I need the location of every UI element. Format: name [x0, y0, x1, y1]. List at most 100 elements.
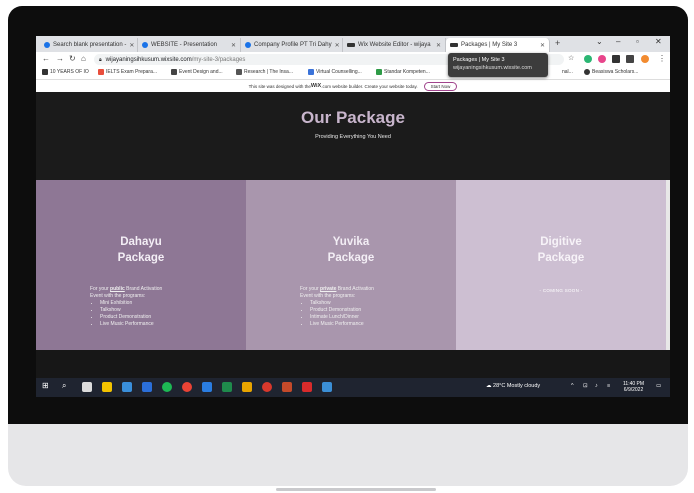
monitor-stand-line [276, 488, 436, 491]
extension-icon[interactable] [598, 55, 606, 63]
windows-taskbar: ⊞ ⌕ ☁ 28°C Mostly cloudy ^ ⊡ ♪ ≡ 11:40 P… [36, 378, 670, 397]
wix-banner: This site was designed with the WiX .com… [36, 80, 670, 92]
volume-icon[interactable]: ♪ [595, 383, 598, 389]
sticky-notes-icon[interactable] [242, 382, 252, 392]
close-icon[interactable]: ✕ [126, 42, 134, 49]
excel-icon[interactable] [222, 382, 232, 392]
avatar[interactable] [641, 55, 649, 63]
menu-icon[interactable]: ⋮ [658, 54, 666, 63]
list-item: Talkshow [310, 300, 440, 307]
taskbar-clock[interactable]: 11:40 PM 6/9/2022 [623, 381, 644, 393]
wix-icon [347, 43, 355, 47]
weather-widget[interactable]: ☁ 28°C Mostly cloudy [486, 383, 540, 389]
tab-label: Company Profile PT Tri Dahy [254, 42, 332, 48]
close-icon[interactable]: ✕ [537, 42, 545, 49]
package-card-dahayu: Dahayu Package For your public Brand Act… [36, 180, 246, 350]
close-icon[interactable]: ✕ [228, 42, 236, 49]
list-item: Live Music Performance [100, 321, 230, 328]
url-path: /my-site-3/packages [191, 56, 246, 63]
minimize-icon[interactable]: – [616, 37, 620, 46]
new-tab-button[interactable]: + [555, 38, 560, 48]
chrome-icon[interactable] [182, 382, 192, 392]
chrome-profile-icon[interactable] [262, 382, 272, 392]
tab-bar: Search blank presentation - ✕ WEBSITE - … [36, 36, 670, 52]
photos-icon[interactable] [322, 382, 332, 392]
reload-icon[interactable]: ↻ [69, 54, 76, 63]
card-description: For your public Brand Activation Event w… [90, 286, 230, 328]
network-icon[interactable]: ⊡ [583, 383, 588, 389]
store-icon[interactable] [142, 382, 152, 392]
screen: Search blank presentation - ✕ WEBSITE - … [36, 36, 670, 397]
search-icon[interactable]: ⌕ [62, 381, 72, 391]
tab-search-presentation[interactable]: Search blank presentation - ✕ [40, 38, 138, 52]
notifications-icon[interactable]: ▭ [656, 383, 661, 389]
page-subtitle: Providing Everything You Need [315, 134, 391, 140]
banner-text-before: This site was designed with the [248, 83, 311, 89]
extension-icon[interactable] [584, 55, 592, 63]
sidepanel-icon[interactable] [626, 55, 634, 63]
bookmark-item[interactable]: Event Design and... [171, 69, 223, 75]
bookmark-item[interactable]: 10 YEARS OF IO [42, 69, 89, 75]
url-host: wijayaningsihkusum.wixsite.com [105, 56, 192, 63]
page-content: Our Package Providing Everything You Nee… [36, 92, 670, 378]
page-title: Our Package [301, 108, 405, 127]
word-icon[interactable] [202, 382, 212, 392]
language-icon[interactable]: ≡ [607, 383, 610, 389]
puzzle-icon[interactable] [612, 55, 620, 63]
monitor-chin [8, 424, 688, 486]
acrobat-icon[interactable] [302, 382, 312, 392]
package-card-yuvika: Yuvika Package For your private Brand Ac… [246, 180, 456, 350]
banner-text-after: .com website builder. Create your websit… [321, 83, 418, 89]
spotify-icon[interactable] [162, 382, 172, 392]
bookmark-item[interactable]: Beasiswa Scholars... [584, 69, 638, 75]
star-icon[interactable]: ☆ [568, 54, 574, 62]
coming-soon-label: - COMING SOON - [539, 288, 583, 293]
list-item: Intimate Lunch/Dinner [310, 314, 440, 321]
windows-start-icon[interactable]: ⊞ [42, 381, 52, 391]
tab-website-presentation[interactable]: WEBSITE - Presentation ✕ [138, 38, 241, 52]
file-explorer-icon[interactable] [102, 382, 112, 392]
page-footer-strip [36, 350, 670, 378]
close-window-icon[interactable]: ✕ [655, 37, 662, 46]
bookmark-item[interactable]: Research | The Insa... [236, 69, 293, 75]
tab-packages[interactable]: Packages | My Site 3 ✕ [446, 38, 550, 52]
bookmark-item[interactable]: IELTS Exam Prepara... [98, 69, 157, 75]
chevron-down-icon[interactable]: ⌄ [596, 37, 603, 46]
list-item: Live Music Performance [310, 321, 440, 328]
list-item: Product Demonstration [310, 307, 440, 314]
maximize-icon[interactable]: ▫ [636, 37, 639, 46]
powerpoint-icon[interactable] [282, 382, 292, 392]
tab-company-profile[interactable]: Company Profile PT Tri Dahy ✕ [241, 38, 343, 52]
google-icon [44, 42, 50, 48]
close-icon[interactable]: ✕ [332, 42, 340, 49]
task-view-icon[interactable] [82, 382, 92, 392]
list-item: Mini Exhibition [100, 300, 230, 307]
tray-chevron-icon[interactable]: ^ [571, 383, 574, 389]
bookmark-item[interactable]: Standar Kompeten... [376, 69, 430, 75]
home-icon[interactable]: ⌂ [81, 54, 86, 63]
tab-label: Wix Website Editor - wijaya [358, 42, 431, 48]
list-item: Talkshow [100, 307, 230, 314]
lock-icon: 🔒︎ [99, 56, 102, 63]
close-icon[interactable]: ✕ [433, 42, 441, 49]
google-icon [142, 42, 148, 48]
tab-label: Search blank presentation - [53, 42, 127, 48]
tab-tooltip: Packages | My Site 3 wijayaningsihkusum.… [448, 53, 548, 77]
tab-label: WEBSITE - Presentation [151, 42, 218, 48]
start-now-button[interactable]: Start Now [423, 81, 458, 91]
card-title: Digitive Package [537, 236, 585, 264]
tooltip-url: wijayaningsihkusum.wixsite.com [453, 65, 532, 71]
weather-icon: ☁ [486, 383, 492, 389]
bookmark-item[interactable]: nal... [562, 69, 573, 75]
back-icon[interactable]: ← [42, 54, 50, 63]
scrollbar[interactable] [666, 180, 670, 350]
mail-icon[interactable] [122, 382, 132, 392]
forward-icon[interactable]: → [56, 54, 64, 63]
tooltip-title: Packages | My Site 3 [453, 57, 505, 63]
card-description: For your private Brand Activation Event … [300, 286, 440, 328]
tab-wix-editor[interactable]: Wix Website Editor - wijaya ✕ [343, 38, 446, 52]
google-icon [245, 42, 251, 48]
bookmark-item[interactable]: Virtual Counselling... [308, 69, 362, 75]
wix-logo: WiX [310, 83, 322, 89]
package-card-digitive: Digitive Package - COMING SOON - [456, 180, 666, 350]
